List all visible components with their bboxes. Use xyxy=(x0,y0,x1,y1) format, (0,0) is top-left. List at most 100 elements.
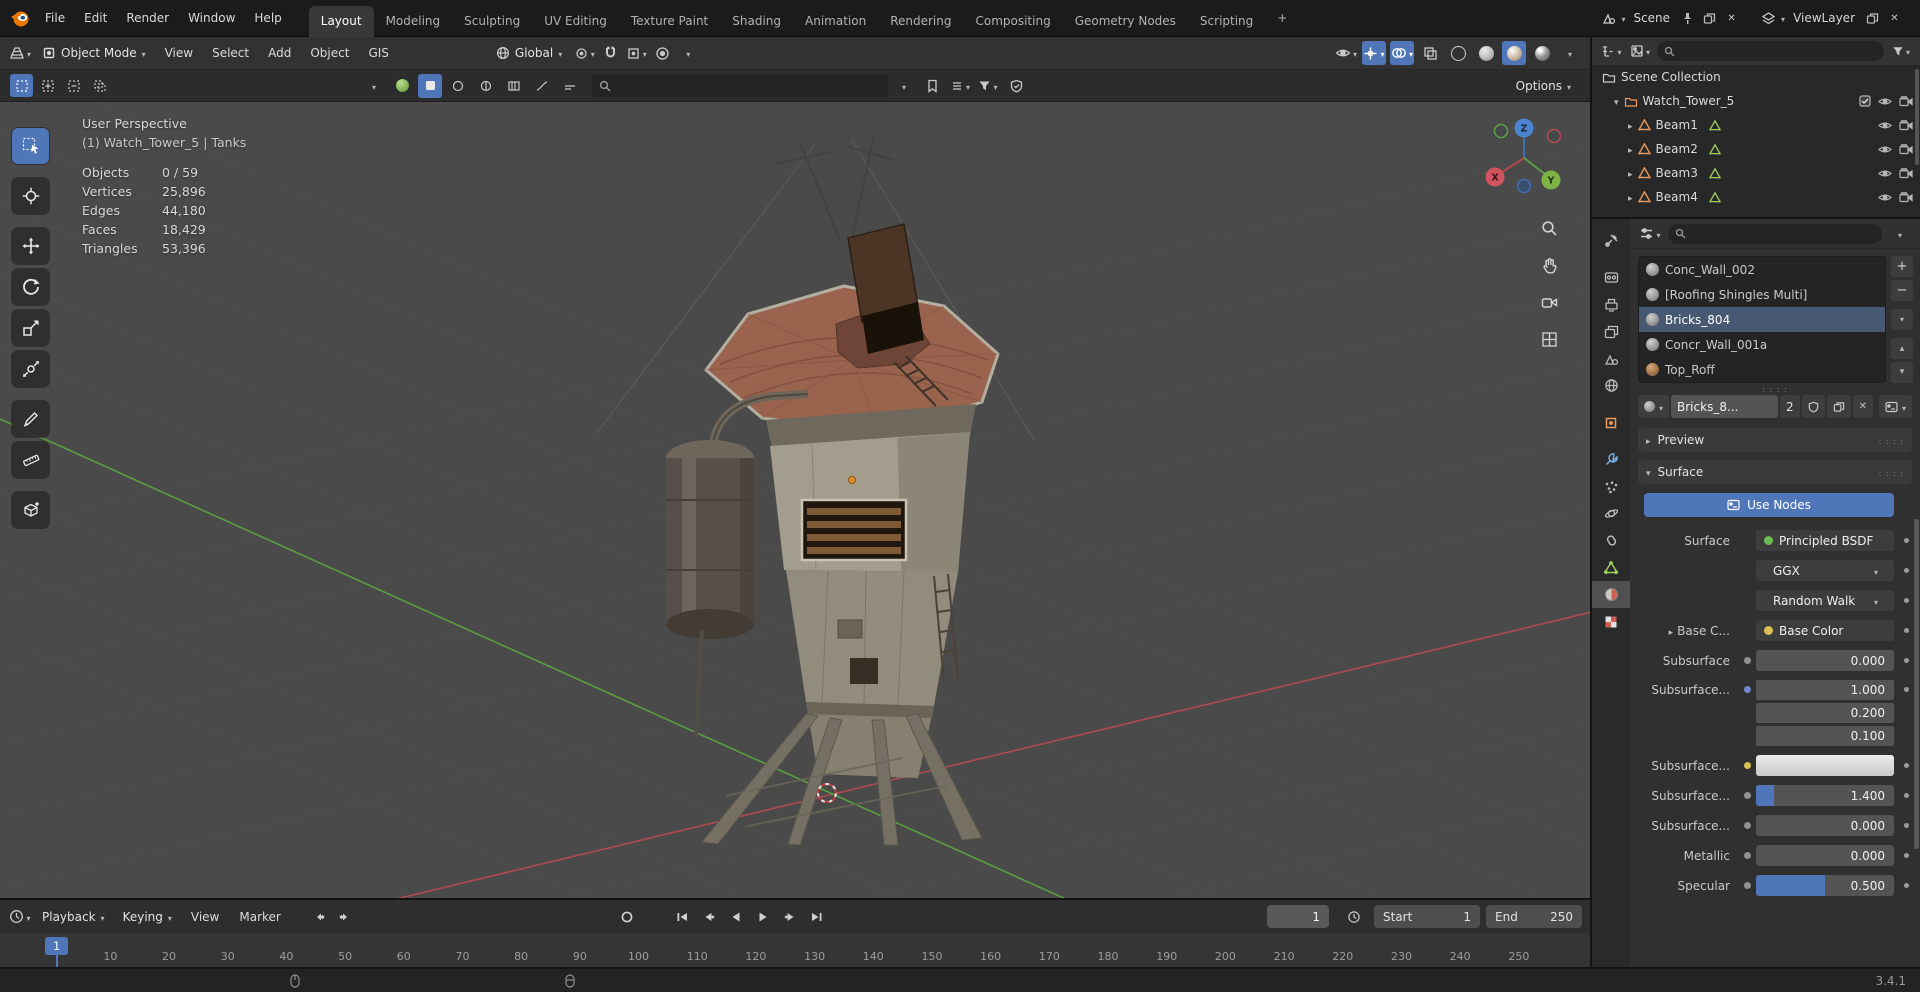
scene-browse-icon[interactable] xyxy=(1599,9,1618,28)
specular-slider[interactable]: 0.500 xyxy=(1756,875,1894,896)
select-mode-intersect-button[interactable] xyxy=(88,74,111,97)
render-camera-icon[interactable] xyxy=(1899,167,1913,179)
workspace-tab[interactable]: Rendering xyxy=(878,6,963,37)
workspace-tab[interactable]: UV Editing xyxy=(532,6,619,37)
pan-hand-icon[interactable] xyxy=(1539,255,1559,275)
metallic-slider[interactable]: 0.000 xyxy=(1756,845,1894,866)
material-slot-name[interactable]: Concr_Wall_001a xyxy=(1665,338,1767,352)
bookmark-icon[interactable] xyxy=(920,74,944,98)
jump-to-end-button[interactable] xyxy=(805,905,830,928)
render-camera-icon[interactable] xyxy=(1899,119,1913,131)
render-camera-icon[interactable] xyxy=(1899,143,1913,155)
mode-dropdown[interactable]: Object Mode xyxy=(34,41,154,66)
fake-user-shield-icon[interactable] xyxy=(1801,395,1825,418)
frame-start-field[interactable]: Start 1 xyxy=(1374,905,1480,928)
properties-tab-particles[interactable] xyxy=(1592,473,1630,500)
proportional-editing-icon[interactable] xyxy=(650,41,674,65)
radius-value-field[interactable]: 1.000 xyxy=(1756,680,1894,700)
snap-magnet-icon[interactable] xyxy=(598,41,622,65)
properties-tab-modifiers[interactable] xyxy=(1592,446,1630,473)
base-color-button[interactable]: Base Color xyxy=(1756,620,1894,641)
properties-tab-world[interactable] xyxy=(1592,372,1630,399)
slot-specials-menu[interactable] xyxy=(1891,309,1913,330)
list-resize-grip[interactable] xyxy=(1630,383,1920,392)
scale-tool[interactable] xyxy=(12,310,49,346)
hide-eye-icon[interactable] xyxy=(1878,192,1892,203)
object-name[interactable]: Beam3 xyxy=(1656,166,1698,180)
material-name-field[interactable]: Bricks_8... xyxy=(1671,395,1778,418)
subsurface-slider[interactable]: 0.000 xyxy=(1756,650,1894,671)
material-slot-row[interactable]: [Roofing Shingles Multi] xyxy=(1639,282,1885,307)
object-name[interactable]: Beam4 xyxy=(1656,190,1698,204)
outliner-filter-dropdown[interactable] xyxy=(1889,39,1913,63)
menu-item[interactable]: GIS xyxy=(359,42,397,64)
node-tree-dropdown[interactable] xyxy=(1878,395,1912,418)
jump-prev-keyframe-button[interactable] xyxy=(306,905,331,928)
next-keyframe-button[interactable] xyxy=(778,905,803,928)
sss-method-dropdown[interactable]: Random Walk xyxy=(1756,590,1894,611)
workspace-tab[interactable]: Scripting xyxy=(1188,6,1265,37)
gizmos-dropdown[interactable] xyxy=(1362,41,1386,65)
properties-scrollbar[interactable] xyxy=(1914,519,1919,849)
surface-panel-header[interactable]: Surface xyxy=(1638,460,1912,484)
outliner-search-input[interactable] xyxy=(1657,41,1884,61)
jump-next-keyframe-button[interactable] xyxy=(333,905,358,928)
auto-keyframe-record-button[interactable] xyxy=(615,905,640,928)
jump-to-start-button[interactable] xyxy=(670,905,695,928)
outliner-row-scene-collection[interactable]: Scene Collection xyxy=(1592,65,1920,89)
shading-solid-button[interactable] xyxy=(1474,41,1498,65)
distribution-dropdown[interactable]: GGX xyxy=(1756,560,1894,581)
select-box-tool[interactable] xyxy=(12,128,49,164)
outliner-editor-type-icon[interactable] xyxy=(1599,39,1623,63)
viewlayer-icon[interactable] xyxy=(1759,9,1778,28)
material-slot-name[interactable]: Top_Roff xyxy=(1665,363,1715,377)
panel-drag-grip[interactable] xyxy=(1879,465,1904,479)
unlink-material-button[interactable] xyxy=(1852,395,1873,418)
material-slot-row[interactable]: Conc_Wall_002 xyxy=(1639,257,1885,282)
snap-target-dropdown[interactable] xyxy=(624,41,648,65)
workspace-tab[interactable]: Sculpting xyxy=(452,6,532,37)
play-button[interactable] xyxy=(751,905,776,928)
cursor-tool[interactable] xyxy=(12,178,49,214)
preview-panel-header[interactable]: Preview xyxy=(1638,428,1912,452)
remove-viewlayer-icon[interactable] xyxy=(1885,9,1904,28)
radius-value-field[interactable]: 0.100 xyxy=(1756,726,1894,746)
radius-value-field[interactable]: 0.200 xyxy=(1756,703,1894,723)
material-slot-name[interactable]: Bricks_804 xyxy=(1665,313,1730,327)
properties-search-input[interactable] xyxy=(1668,223,1882,244)
outliner-object-row[interactable]: Beam3 xyxy=(1592,161,1920,185)
properties-tab-data[interactable] xyxy=(1592,554,1630,581)
hide-eye-icon[interactable] xyxy=(1878,120,1892,131)
scene-name[interactable]: Scene xyxy=(1628,11,1675,25)
hide-eye-icon[interactable] xyxy=(1878,168,1892,179)
menu-item[interactable]: Add xyxy=(259,42,300,64)
workspace-tab[interactable]: Modeling xyxy=(374,6,453,37)
material-slot-name[interactable]: Conc_Wall_002 xyxy=(1665,263,1755,277)
zoom-icon[interactable] xyxy=(1539,218,1559,238)
use-nodes-button[interactable]: Use Nodes xyxy=(1644,493,1894,517)
outliner-row-collection[interactable]: Watch_Tower_5 xyxy=(1592,89,1920,113)
properties-tab-texture[interactable] xyxy=(1592,608,1630,635)
disclosure-icon[interactable] xyxy=(1614,94,1619,108)
curve-icon[interactable] xyxy=(530,74,554,98)
properties-tab-viewlayer[interactable] xyxy=(1592,318,1630,345)
hide-eye-icon[interactable] xyxy=(1878,144,1892,155)
menu-item[interactable]: Window xyxy=(179,7,244,29)
viewport-3d[interactable]: User Perspective (1) Watch_Tower_5 | Tan… xyxy=(0,102,1590,898)
disclosure-icon[interactable] xyxy=(1628,142,1633,156)
playback-menu[interactable]: Playback xyxy=(34,904,113,929)
shading-rendered-button[interactable] xyxy=(1530,41,1554,65)
timeline-editor-type-icon[interactable] xyxy=(8,905,32,929)
workspace-tab[interactable]: Shading xyxy=(720,6,793,37)
subsurface-ior-slider[interactable]: 1.400 xyxy=(1756,785,1894,806)
brush-icon[interactable] xyxy=(446,74,470,98)
playhead[interactable]: 1 xyxy=(45,937,69,967)
outliner-object-row[interactable]: Beam1 xyxy=(1592,113,1920,137)
workspace-tab[interactable]: Animation xyxy=(793,6,878,37)
menu-item[interactable]: Object xyxy=(301,42,358,64)
workspace-tab[interactable]: Texture Paint xyxy=(619,6,720,37)
camera-view-icon[interactable] xyxy=(1539,292,1559,312)
viewlayer-name[interactable]: ViewLayer xyxy=(1788,11,1860,25)
new-material-icon[interactable] xyxy=(1826,395,1851,418)
proportional-falloff-dropdown[interactable] xyxy=(676,41,700,65)
